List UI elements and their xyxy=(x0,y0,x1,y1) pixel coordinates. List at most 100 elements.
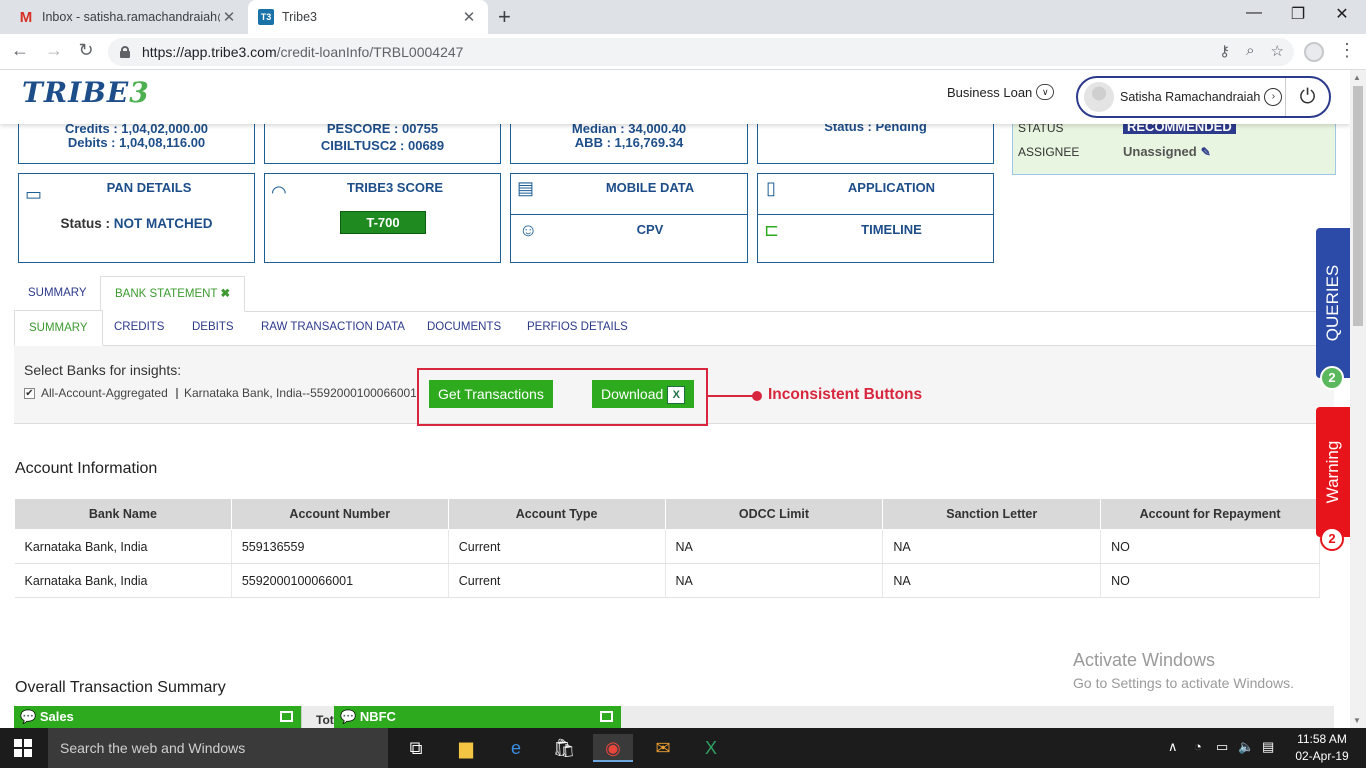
chrome-icon[interactable]: ◉ xyxy=(593,734,633,762)
minimize-panel-icon[interactable] xyxy=(280,711,293,722)
gmail-icon: M xyxy=(19,8,33,26)
subtab-documents[interactable]: DOCUMENTS xyxy=(413,310,515,346)
edge-icon[interactable]: e xyxy=(496,734,536,762)
queries-side-tab[interactable]: QUERIES xyxy=(1316,228,1350,378)
subtab-summary[interactable]: SUMMARY xyxy=(14,310,103,346)
debits-text: Debits : 1,04,08,116.00 xyxy=(67,135,206,150)
checkbox-all-accounts[interactable]: ✔ All-Account-Aggregated xyxy=(24,386,168,400)
column-header: ODCC Limit xyxy=(664,498,884,530)
taskbar-search-input[interactable]: Search the web and Windows xyxy=(48,728,388,768)
task-view-icon[interactable]: ⧉ xyxy=(396,734,436,762)
url-input[interactable]: https://app.tribe3.com/credit-loanInfo/T… xyxy=(108,38,1294,66)
star-icon[interactable]: ☆ xyxy=(1271,42,1284,60)
close-icon[interactable]: ✖ xyxy=(220,288,230,300)
tribe3-logo[interactable]: TRIBE3 xyxy=(22,76,150,109)
pan-status: Status : NOT MATCHED xyxy=(60,216,213,231)
back-arrow-icon[interactable]: ← xyxy=(8,40,32,61)
close-icon[interactable]: ✕ xyxy=(460,8,478,26)
windows-activation-watermark: Activate Windows Go to Settings to activ… xyxy=(1073,650,1294,691)
pan-details-title: PAN DETAILS xyxy=(106,180,192,195)
chevron-down-icon: ∨ xyxy=(1036,84,1055,100)
user-menu[interactable]: Satisha Ramachandraiah › ⏻ xyxy=(1076,76,1331,118)
table-header-row: Bank Name Account Number Account Type OD… xyxy=(14,498,1320,530)
table-row: Karnataka Bank, India 5592000100066001 C… xyxy=(14,563,1320,598)
subtab-raw-transaction-data[interactable]: RAW TRANSACTION DATA xyxy=(247,310,419,346)
power-icon[interactable]: ⏻ xyxy=(1285,78,1329,116)
mobile-data-title[interactable]: MOBILE DATA xyxy=(551,180,749,195)
loan-type-select[interactable]: Business Loan ∨ xyxy=(947,84,1055,100)
tray-chevron-up-icon[interactable]: ∧ xyxy=(1168,739,1178,755)
pencil-icon[interactable]: ✎ xyxy=(1201,145,1211,159)
download-button[interactable]: Download X xyxy=(592,380,695,408)
reload-icon[interactable]: ↻ xyxy=(74,40,98,61)
window-close-icon[interactable]: ✕ xyxy=(1322,4,1362,24)
taskbar-clock[interactable]: 11:58 AM 02-Apr-19 xyxy=(1290,731,1354,765)
subtab-perfios-details[interactable]: PERFIOS DETAILS xyxy=(513,310,642,346)
pan-details-card[interactable]: ▭ PAN DETAILS Status : NOT MATCHED xyxy=(18,173,255,263)
notifications-icon[interactable]: ▤ xyxy=(1262,739,1274,755)
excel-taskbar-icon[interactable]: X xyxy=(691,734,731,762)
score-badge: T-700 xyxy=(340,211,426,234)
scroll-down-arrow-icon[interactable]: ▼ xyxy=(1353,716,1361,725)
profile-icon[interactable] xyxy=(1304,42,1324,62)
key-icon[interactable]: ⚷ xyxy=(1219,42,1230,60)
volume-icon[interactable]: 🔈 xyxy=(1238,739,1254,755)
main-tabs: SUMMARY BANK STATEMENT ✖ xyxy=(14,276,1334,312)
checkbox-karnataka-bank[interactable]: Karnataka Bank, India--5592000100066001 xyxy=(176,386,416,400)
annotation-label: Inconsistent Buttons xyxy=(768,386,923,403)
menu-kebab-icon[interactable]: ⋮ xyxy=(1338,40,1356,61)
lock-icon xyxy=(120,46,130,58)
table-cell: 5592000100066001 xyxy=(231,563,449,598)
assignee-value: Unassigned ✎ xyxy=(1123,144,1211,159)
mobile-cpv-card: ▤ MOBILE DATA ☺ CPV xyxy=(510,173,748,263)
get-transactions-button[interactable]: Get Transactions xyxy=(429,380,553,408)
page-scrollbar[interactable]: ▲ ▼ xyxy=(1350,70,1366,728)
close-icon[interactable]: ✕ xyxy=(220,8,238,26)
new-tab-button[interactable]: + xyxy=(498,4,511,30)
bank-select-panel: Select Banks for insights: ✔ All-Account-… xyxy=(14,346,1334,426)
tribe3-score-card[interactable]: ◠ TRIBE3 SCORE T-700 xyxy=(264,173,501,263)
cpv-title[interactable]: CPV xyxy=(551,222,749,237)
table-row: Karnataka Bank, India 559136559 Current … xyxy=(14,529,1320,564)
minimize-icon[interactable]: — xyxy=(1234,4,1274,22)
table-cell: 559136559 xyxy=(231,529,449,564)
checkbox-checked-icon[interactable]: ✔ xyxy=(24,387,35,399)
total-header-text: Tot xyxy=(316,713,334,727)
subtab-credits[interactable]: CREDITS xyxy=(100,310,178,346)
address-bar: ← → ↻ https://app.tribe3.com/credit-loan… xyxy=(0,34,1366,70)
sales-panel-header[interactable]: 💬 Sales xyxy=(14,706,301,728)
queries-label: QUERIES xyxy=(1323,264,1342,342)
minimize-panel-icon[interactable] xyxy=(600,711,613,722)
warning-label: Warning xyxy=(1323,440,1342,504)
zoom-icon[interactable]: ⌕ xyxy=(1246,42,1254,60)
select-banks-label: Select Banks for insights: xyxy=(24,362,182,378)
tab-summary[interactable]: SUMMARY xyxy=(14,276,101,312)
browser-tab-tribe3[interactable]: T3 Tribe3 ✕ xyxy=(248,0,488,34)
checkbox-icon[interactable] xyxy=(176,387,178,399)
scroll-thumb[interactable] xyxy=(1353,86,1363,326)
nbfc-panel-header[interactable]: 💬 NBFC xyxy=(334,706,621,728)
application-title[interactable]: APPLICATION xyxy=(788,180,995,195)
browser-tab-gmail[interactable]: M Inbox - satisha.ramachandraiah@ ✕ xyxy=(8,0,248,34)
store-icon[interactable]: 🛍 xyxy=(544,734,584,762)
subtab-debits[interactable]: DEBITS xyxy=(178,310,248,346)
tab-bank-statement[interactable]: BANK STATEMENT ✖ xyxy=(100,276,246,312)
chevron-right-icon[interactable]: › xyxy=(1264,88,1283,106)
warning-side-tab[interactable]: Warning xyxy=(1316,407,1350,537)
tab-title: Inbox - satisha.ramachandraiah@ xyxy=(42,10,220,24)
restore-icon[interactable]: ❐ xyxy=(1278,4,1318,24)
chat-icon: 💬 xyxy=(20,709,37,724)
file-explorer-icon[interactable]: ▆ xyxy=(446,734,486,762)
battery-icon[interactable]: ▭ xyxy=(1216,739,1228,755)
account-table: Bank Name Account Number Account Type OD… xyxy=(14,498,1320,598)
mobile-money-icon: ▤ xyxy=(517,178,535,198)
timeline-title[interactable]: TIMELINE xyxy=(788,222,995,237)
table-cell: Karnataka Bank, India xyxy=(14,529,232,564)
windows-start-icon[interactable] xyxy=(14,739,32,757)
wifi-icon[interactable]: ◔ xyxy=(1194,739,1202,754)
forward-arrow-icon[interactable]: → xyxy=(42,40,66,61)
tribe3-score-title: TRIBE3 SCORE xyxy=(346,180,444,195)
outlook-icon[interactable]: ✉ xyxy=(643,734,683,762)
table-cell: NO xyxy=(1100,563,1320,598)
scroll-up-arrow-icon[interactable]: ▲ xyxy=(1353,73,1361,82)
